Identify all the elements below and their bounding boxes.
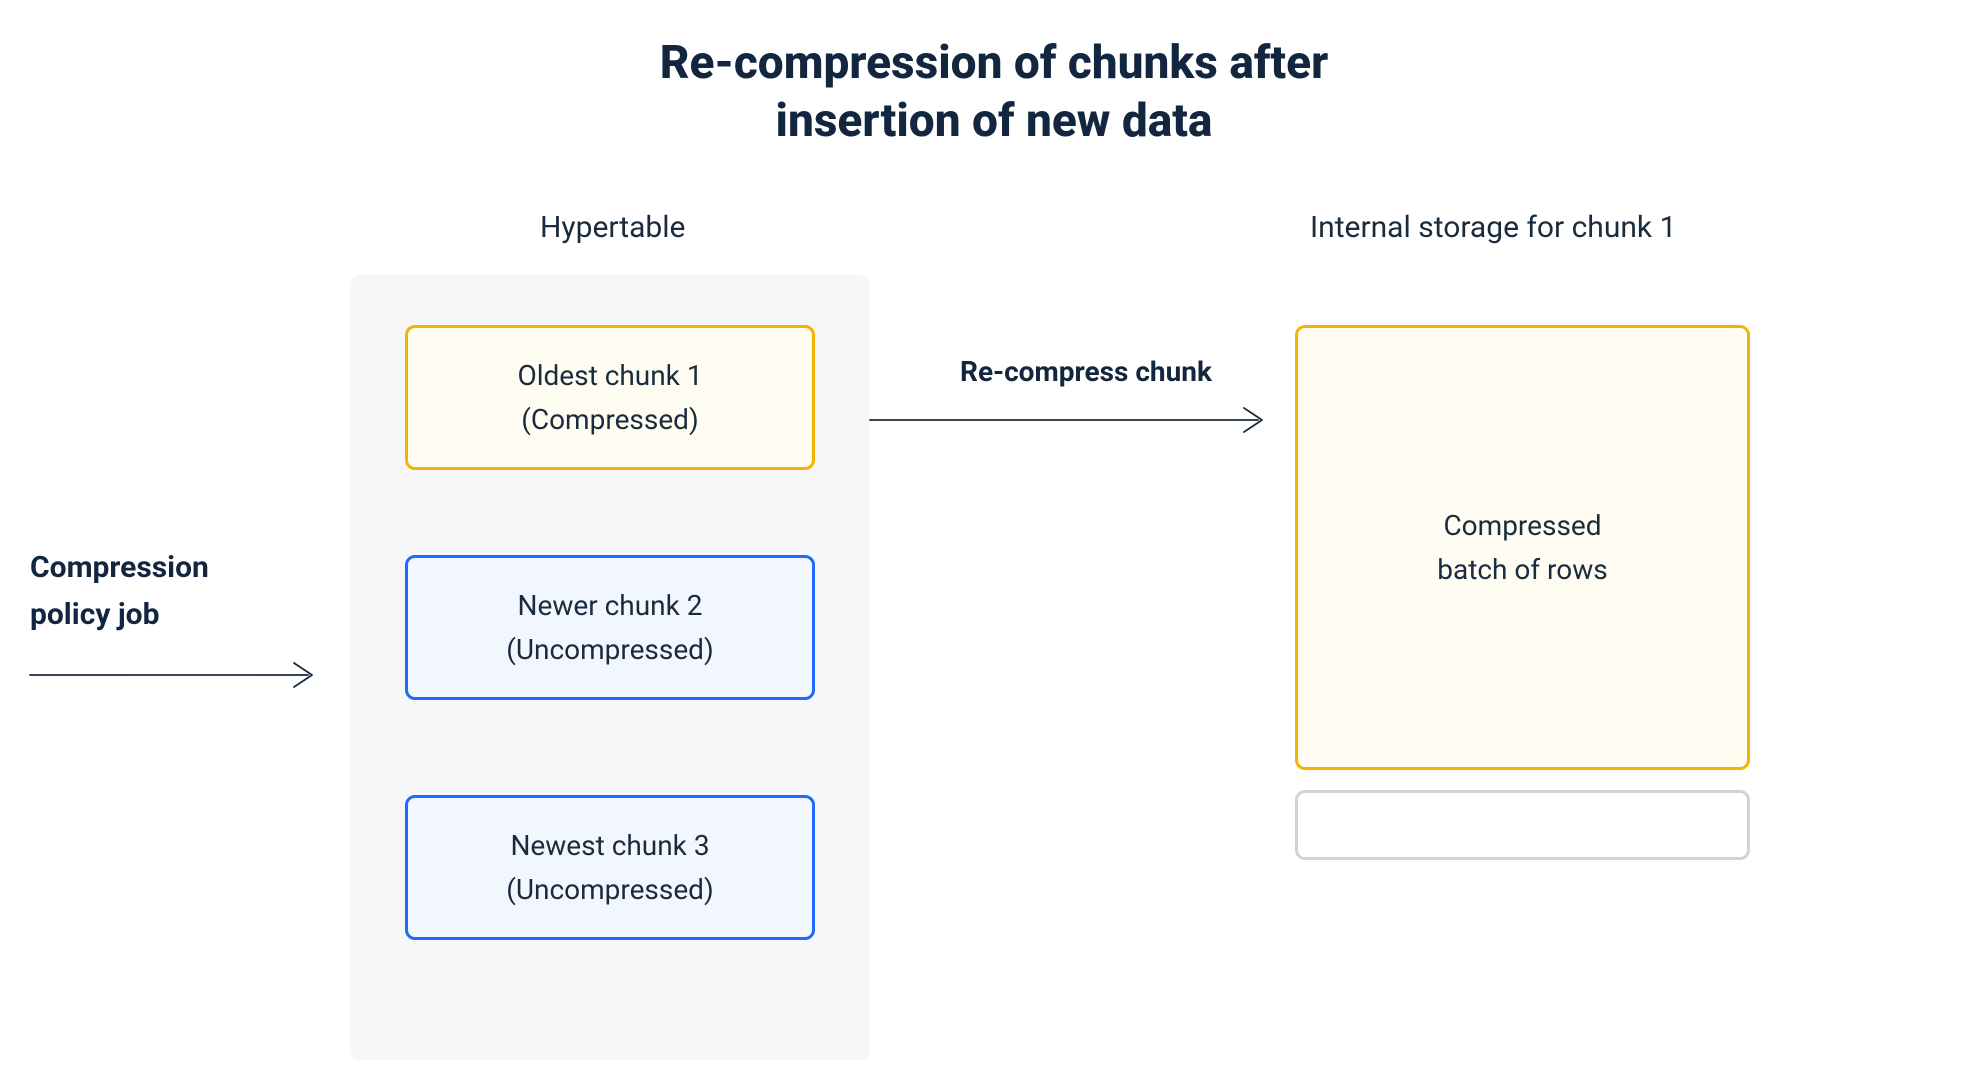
storage-empty-slot xyxy=(1295,790,1750,860)
chunk-1-title: Oldest chunk 1 xyxy=(517,354,702,397)
compression-policy-label: Compression policy job xyxy=(30,545,209,638)
storage-box-line-1: Compressed xyxy=(1443,504,1601,547)
chunk-2-status: (Uncompressed) xyxy=(506,628,713,671)
chunk-1-status: (Compressed) xyxy=(521,398,698,441)
recompress-arrow-label: Re-compress chunk xyxy=(960,355,1212,388)
arrow-policy-to-hypertable xyxy=(30,655,320,695)
chunk-2-title: Newer chunk 2 xyxy=(518,584,703,627)
hypertable-column-label: Hypertable xyxy=(540,210,685,245)
chunk-2-uncompressed: Newer chunk 2 (Uncompressed) xyxy=(405,555,815,700)
chunk-1-compressed: Oldest chunk 1 (Compressed) xyxy=(405,325,815,470)
arrow-recompress-chunk xyxy=(870,400,1270,440)
storage-column-label: Internal storage for chunk 1 xyxy=(1310,210,1676,245)
title-line-1: Re-compression of chunks after xyxy=(660,36,1328,90)
diagram-title: Re-compression of chunks after insertion… xyxy=(0,35,1988,150)
policy-label-line-2: policy job xyxy=(30,597,160,632)
storage-compressed-batch: Compressed batch of rows xyxy=(1295,325,1750,770)
policy-label-line-1: Compression xyxy=(30,550,209,585)
chunk-3-title: Newest chunk 3 xyxy=(510,824,709,867)
storage-box-line-2: batch of rows xyxy=(1437,548,1607,591)
title-line-2: insertion of new data xyxy=(776,94,1213,148)
chunk-3-status: (Uncompressed) xyxy=(506,868,713,911)
chunk-3-uncompressed: Newest chunk 3 (Uncompressed) xyxy=(405,795,815,940)
